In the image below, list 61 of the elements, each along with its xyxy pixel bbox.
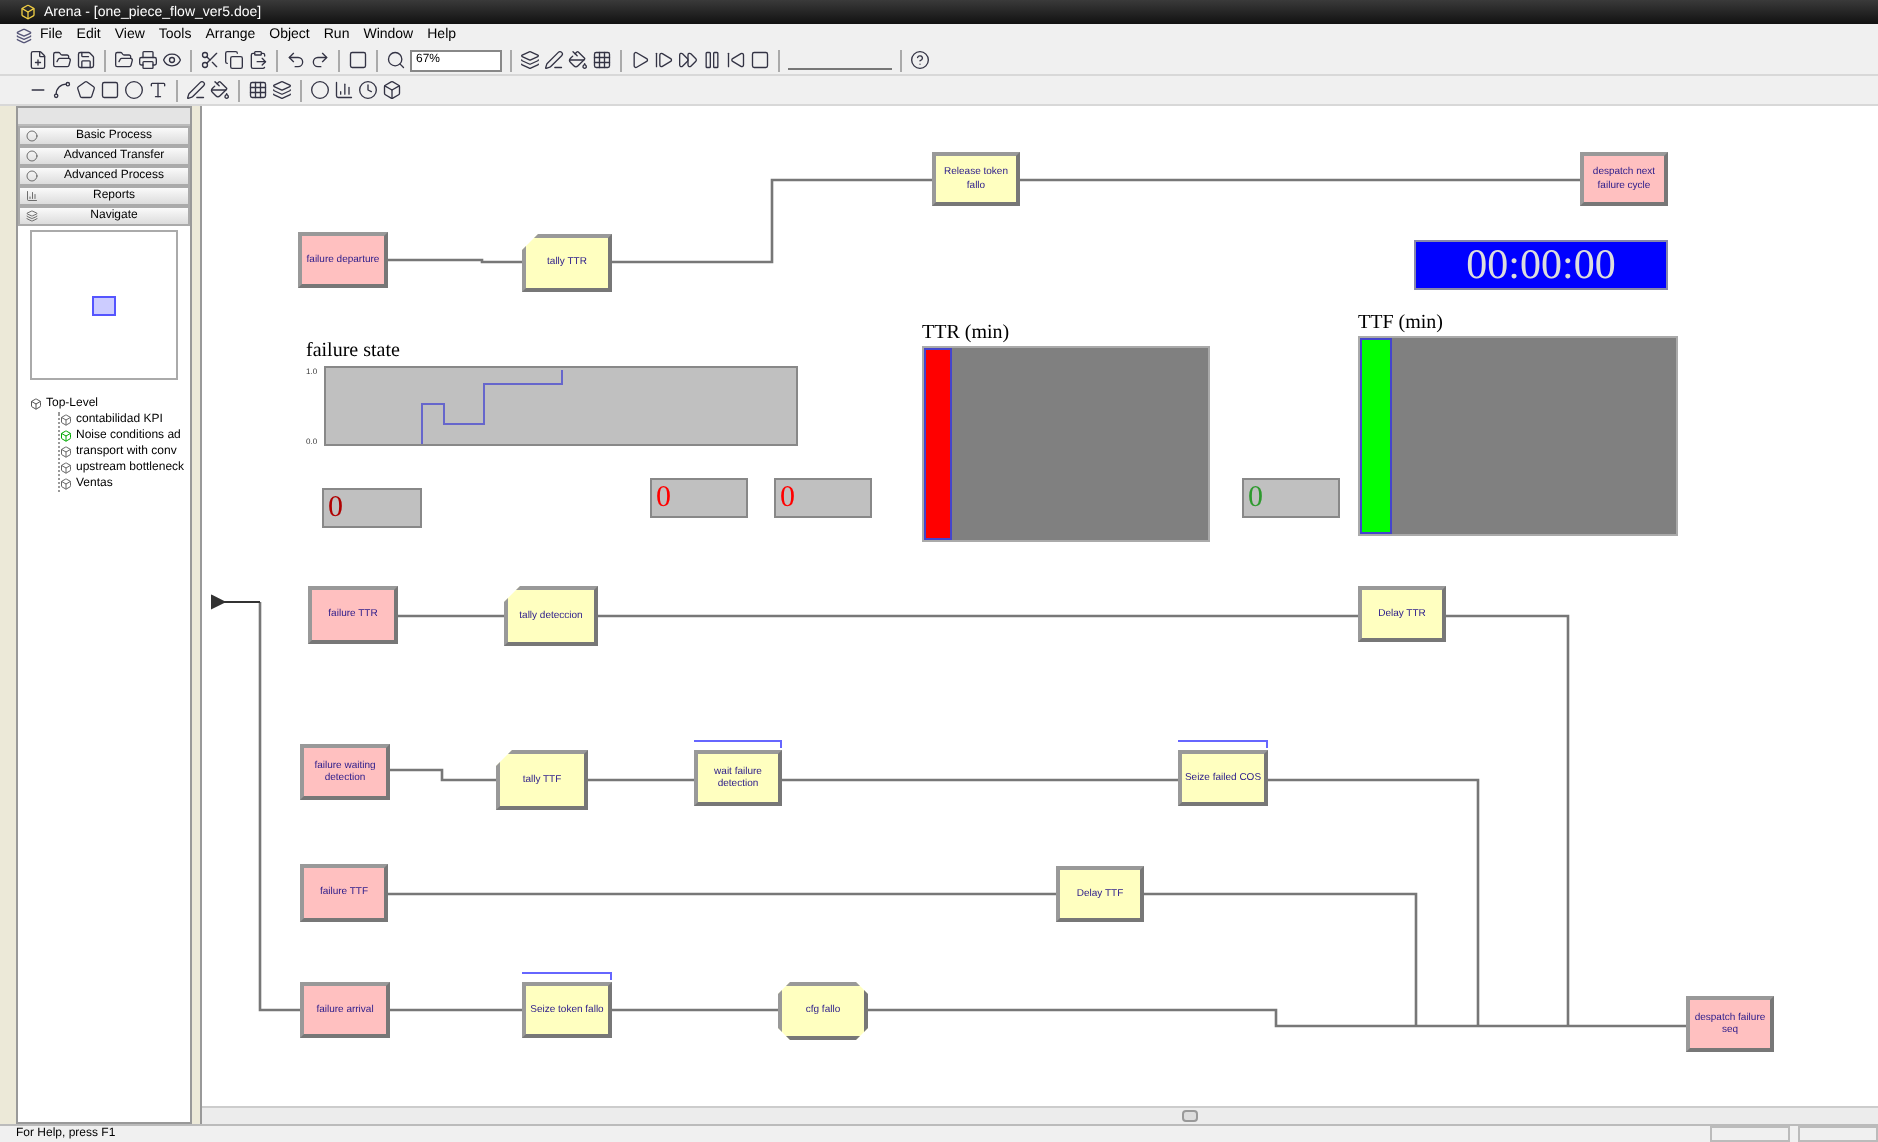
- save-icon[interactable]: [76, 50, 96, 70]
- bucket-icon[interactable]: [568, 50, 588, 70]
- panel-icon: [26, 190, 38, 202]
- step-icon[interactable]: [654, 50, 674, 70]
- pen-icon[interactable]: [186, 80, 206, 100]
- plot-line: [421, 369, 563, 444]
- help-icon[interactable]: [910, 50, 930, 70]
- redo-icon[interactable]: [310, 50, 330, 70]
- preview-icon[interactable]: [162, 50, 182, 70]
- window-icon[interactable]: [348, 50, 368, 70]
- connector-line: [390, 1008, 522, 1012]
- counter-display: 0: [322, 488, 422, 528]
- queue-line: [522, 972, 612, 980]
- layers-icon[interactable]: [520, 50, 540, 70]
- rewind-icon[interactable]: [726, 50, 746, 70]
- text-tool-icon[interactable]: [148, 80, 168, 100]
- connector-line: [398, 614, 504, 618]
- plot-title: failure state: [306, 340, 400, 362]
- entry-arrow-icon: [211, 595, 261, 609]
- copy-icon[interactable]: [224, 50, 244, 70]
- grid-icon[interactable]: [248, 80, 268, 100]
- box-icon[interactable]: [382, 80, 402, 100]
- paste-icon[interactable]: [248, 50, 268, 70]
- fast-forward-icon[interactable]: [678, 50, 698, 70]
- connector-line: [388, 258, 522, 264]
- tree-node-icon[interactable]: [30, 398, 42, 410]
- counter-display: 0: [774, 478, 872, 518]
- counter-display: 0: [650, 478, 748, 518]
- pen-icon[interactable]: [544, 50, 564, 70]
- scroll-thumb[interactable]: [1182, 1110, 1198, 1122]
- stop-icon[interactable]: [750, 50, 770, 70]
- connector-line: [588, 778, 694, 782]
- polygon-icon[interactable]: [76, 80, 96, 100]
- pause-icon[interactable]: [702, 50, 722, 70]
- view-rectangle: [92, 295, 116, 315]
- fill-icon[interactable]: [210, 80, 230, 100]
- connector-line: [390, 768, 496, 782]
- cut-icon[interactable]: [200, 50, 220, 70]
- printer-icon[interactable]: [138, 50, 158, 70]
- queue-line: [694, 740, 782, 748]
- folder-icon[interactable]: [114, 50, 134, 70]
- panel-icon: [26, 210, 38, 222]
- curve-icon[interactable]: [52, 80, 72, 100]
- clock-icon[interactable]: [358, 80, 378, 100]
- app-icon: [20, 4, 36, 20]
- ellipse-icon[interactable]: [124, 80, 144, 100]
- histogram-title: TTR (min): [922, 322, 1010, 344]
- grid-icon[interactable]: [592, 50, 612, 70]
- layers-icon[interactable]: [272, 80, 292, 100]
- open-folder-icon[interactable]: [52, 50, 72, 70]
- play-icon[interactable]: [630, 50, 650, 70]
- queue-line: [1178, 740, 1268, 748]
- new-file-icon[interactable]: [28, 50, 48, 70]
- histogram-title: TTF (min): [1358, 312, 1443, 334]
- search-icon[interactable]: [386, 50, 406, 70]
- simulation-clock: 00:00:00: [1414, 240, 1668, 290]
- horizontal-scrollbar[interactable]: [202, 1106, 1878, 1124]
- counter-display: 0: [1242, 478, 1340, 518]
- chart-icon[interactable]: [334, 80, 354, 100]
- undo-icon[interactable]: [286, 50, 306, 70]
- rectangle-icon[interactable]: [100, 80, 120, 100]
